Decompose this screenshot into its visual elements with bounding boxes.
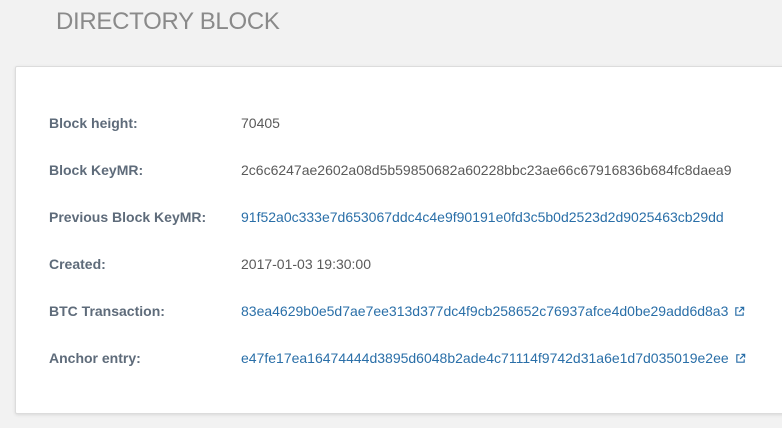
block-keymr-value: 2c6c6247ae2602a08d5b59850682a60228bbc23a… — [241, 162, 732, 178]
created-value: 2017-01-03 19:30:00 — [241, 256, 371, 272]
previous-block-keymr-link[interactable]: 91f52a0c333e7d653067ddc4c4e9f90191e0fd3c… — [241, 209, 724, 225]
anchor-entry-hash: e47fe17ea16474444d3895d6048b2ade4c71114f… — [241, 350, 729, 366]
external-link-icon[interactable] — [735, 353, 746, 364]
previous-block-keymr-row: Previous Block KeyMR: 91f52a0c333e7d6530… — [49, 207, 724, 227]
block-height-value: 70405 — [241, 115, 280, 131]
anchor-entry-link[interactable]: e47fe17ea16474444d3895d6048b2ade4c71114f… — [241, 350, 746, 366]
btc-transaction-row: BTC Transaction: 83ea4629b0e5d7ae7ee313d… — [49, 301, 745, 321]
external-link-icon[interactable] — [734, 306, 745, 317]
anchor-entry-row: Anchor entry: e47fe17ea16474444d3895d604… — [49, 348, 746, 368]
created-row: Created: 2017-01-03 19:30:00 — [49, 254, 371, 274]
block-keymr-label: Block KeyMR: — [49, 162, 144, 178]
block-height-row: Block height: 70405 — [49, 113, 280, 133]
btc-transaction-label: BTC Transaction: — [49, 303, 165, 319]
anchor-entry-label: Anchor entry: — [49, 350, 141, 366]
btc-transaction-hash: 83ea4629b0e5d7ae7ee313d377dc4f9cb258652c… — [241, 303, 729, 319]
block-keymr-row: Block KeyMR: 2c6c6247ae2602a08d5b5985068… — [49, 160, 732, 180]
btc-transaction-link[interactable]: 83ea4629b0e5d7ae7ee313d377dc4f9cb258652c… — [241, 303, 745, 319]
page-title: DIRECTORY BLOCK — [56, 8, 280, 35]
previous-block-keymr-label: Previous Block KeyMR: — [49, 209, 207, 225]
block-height-label: Block height: — [49, 115, 138, 131]
directory-block-details-card: Block height: 70405 Block KeyMR: 2c6c624… — [15, 66, 782, 414]
created-label: Created: — [49, 256, 106, 272]
